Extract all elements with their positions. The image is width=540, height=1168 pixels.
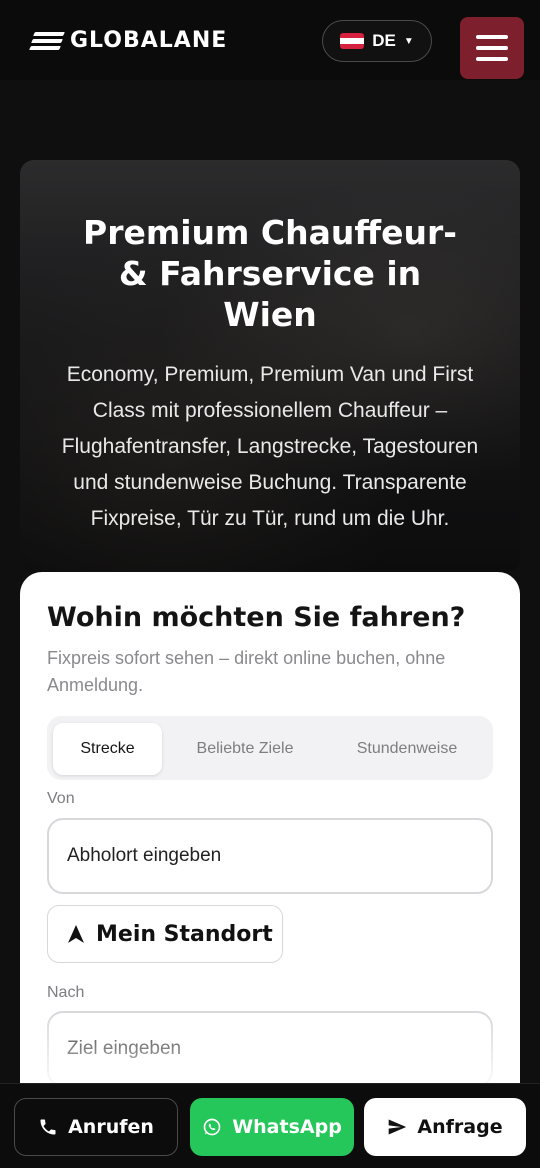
navigation-arrow-icon (68, 925, 84, 943)
brand-logo[interactable]: GLOBALANE (29, 28, 228, 53)
booking-card: Wohin möchten Sie fahren? Fixpreis sofor… (20, 572, 520, 1168)
destination-input[interactable]: Ziel eingeben (47, 1011, 493, 1087)
booking-tabs: Strecke Beliebte Ziele Stundenweise (47, 716, 493, 780)
pickup-input[interactable]: Abholort eingeben (47, 818, 493, 894)
booking-subtitle: Fixpreis sofort sehen – direkt online bu… (47, 648, 446, 695)
hamburger-icon (476, 35, 508, 39)
hero-title: Premium Chauffeur- & Fahrservice in Wien (83, 213, 457, 334)
language-label: DE (372, 31, 396, 50)
my-location-button[interactable]: Mein Standort (47, 905, 283, 963)
my-location-label: Mein Standort (96, 921, 273, 947)
top-header: GLOBALANE DE ▼ (0, 0, 540, 80)
whatsapp-icon (203, 1118, 221, 1136)
call-label: Anrufen (68, 1116, 154, 1138)
hero-banner: Premium Chauffeur- & Fahrservice in Wien… (20, 160, 520, 572)
brand-name: GLOBALANE (70, 28, 228, 53)
menu-button[interactable] (460, 17, 524, 79)
whatsapp-button[interactable]: WhatsApp (190, 1098, 354, 1156)
booking-title: Wohin möchten Sie fahren? (47, 602, 466, 633)
tab-beliebte-ziele[interactable]: Beliebte Ziele (177, 723, 313, 775)
tab-stundenweise[interactable]: Stundenweise (339, 723, 475, 775)
from-label: Von (47, 790, 75, 807)
caret-down-icon: ▼ (403, 35, 414, 47)
hero-subtitle: Economy, Premium, Premium Van und First … (61, 363, 479, 530)
language-selector[interactable]: DE ▼ (322, 20, 432, 62)
send-icon (389, 1119, 407, 1135)
call-button[interactable]: Anrufen (14, 1098, 178, 1156)
phone-icon (40, 1119, 56, 1135)
austria-flag-icon (340, 33, 365, 49)
to-label: Nach (47, 984, 85, 1001)
request-button[interactable]: Anfrage (364, 1098, 526, 1156)
whatsapp-label: WhatsApp (232, 1116, 342, 1138)
request-label: Anfrage (417, 1116, 503, 1138)
tab-strecke[interactable]: Strecke (53, 723, 162, 775)
logo-mark-icon (29, 30, 66, 52)
bottom-action-bar: Anrufen WhatsApp Anfrage (0, 1083, 540, 1168)
